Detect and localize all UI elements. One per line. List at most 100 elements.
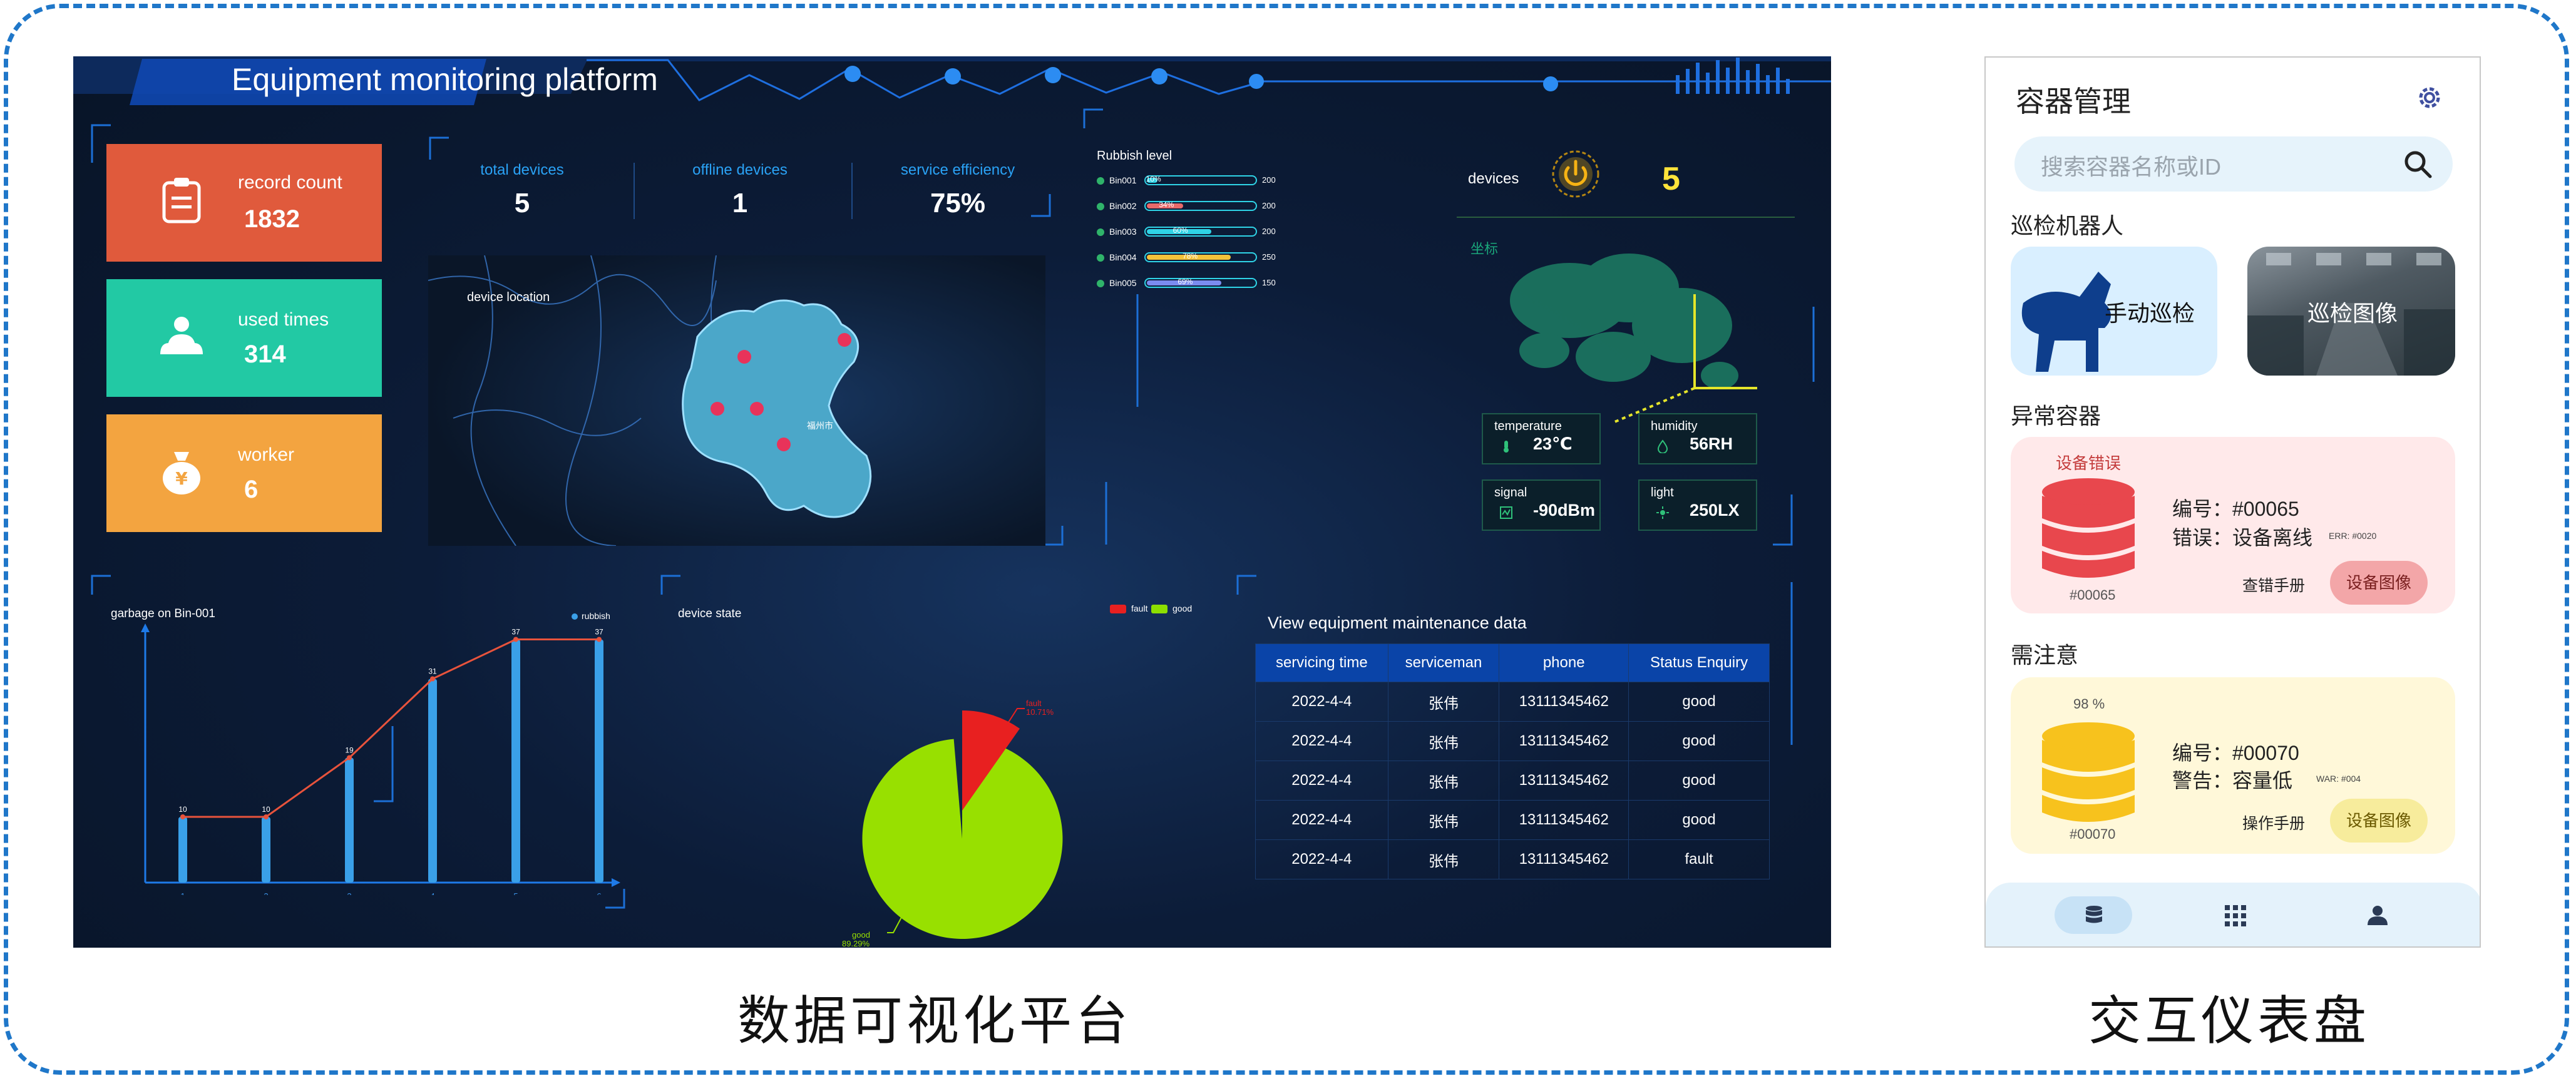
legend-fault-label: fault — [1131, 603, 1148, 613]
bar-value-label: 19 — [345, 746, 354, 755]
manual-patrol-card[interactable]: 手动巡检 — [2011, 247, 2217, 376]
bin-percent: 60% — [1173, 226, 1188, 235]
garbage-chart-panel: garbage on Bin-001 rubbish 1011021933143… — [111, 607, 649, 895]
trend-point — [347, 755, 352, 761]
x-tick-label: 2 — [264, 891, 268, 895]
app-title: 容器管理 — [2016, 85, 2131, 118]
warning-line: 警告：容量低 — [2172, 769, 2293, 792]
maintenance-table: servicing time serviceman phone Status E… — [1255, 643, 1770, 879]
chart-bar — [595, 639, 603, 883]
monitoring-dashboard: Equipment monitoring platform record cou… — [73, 56, 1831, 948]
sensor-value: 56RH — [1690, 434, 1733, 453]
power-icon[interactable] — [1551, 149, 1601, 199]
devices-label: devices — [1468, 170, 1519, 187]
warning-code: WAR: #004 — [2316, 774, 2361, 784]
nav-database-tab[interactable] — [2055, 896, 2132, 934]
table-cell: good — [1628, 721, 1770, 761]
rubbish-bin-row: Bin005 69% 150 — [1097, 275, 1285, 293]
kpi-value: 6 — [244, 476, 259, 503]
table-row[interactable]: 2022-4-4 张伟 13111345462 good — [1255, 761, 1770, 801]
column-header[interactable]: serviceman — [1387, 643, 1500, 682]
bin-capacity: 200 — [1262, 227, 1276, 236]
kpi-value: 314 — [244, 341, 286, 368]
table-cell: good — [1628, 800, 1770, 840]
sun-icon — [1656, 506, 1669, 519]
bar-value-label: 37 — [595, 628, 603, 637]
device-location-map[interactable]: device location 福州市 — [428, 255, 1045, 546]
table-row[interactable]: 2022-4-4 张伟 13111345462 good — [1255, 800, 1770, 840]
sensor-label: signal — [1494, 486, 1527, 500]
signal-icon — [1500, 506, 1512, 519]
patrol-image-card[interactable]: 巡检图像 — [2247, 247, 2455, 376]
legend-good-swatch — [1151, 605, 1167, 613]
column-header[interactable]: servicing time — [1255, 643, 1388, 682]
kpi-card-worker: ¥ worker 6 — [106, 414, 382, 532]
kpi-label: record count — [238, 172, 342, 193]
bin-percent: 78% — [1183, 252, 1198, 260]
section-title-abnormal: 异常容器 — [2011, 403, 2101, 429]
sensor-value: 250LX — [1690, 501, 1740, 520]
search-icon[interactable] — [2401, 148, 2434, 180]
operation-manual-link[interactable]: 操作手册 — [2242, 811, 2305, 834]
sensor-temperature: temperature 23℃ — [1482, 413, 1601, 464]
attention-container-card[interactable]: 98 % #00070 编号：#00070 警告：容量低 WAR: #004 操… — [2011, 677, 2455, 854]
rubbish-bin-row: Bin004 78% 250 — [1097, 250, 1285, 267]
manual-patrol-label: 手动巡检 — [2105, 300, 2195, 326]
stat-value-offline-devices: 1 — [732, 188, 748, 218]
table-header-row: servicing time serviceman phone Status E… — [1255, 643, 1770, 682]
divider — [1457, 217, 1795, 218]
money-bag-icon: ¥ — [163, 452, 200, 494]
error-code: ERR: #0020 — [2329, 531, 2377, 541]
bin-dot-icon — [1097, 254, 1104, 262]
container-id-line: 编号：#00065 — [2172, 498, 2299, 520]
bin-percent: 34% — [1159, 200, 1174, 209]
bin-name: Bin003 — [1109, 227, 1137, 237]
device-image-button[interactable]: 设备图像 — [2330, 561, 2428, 605]
error-line: 错误：设备离线 — [2172, 526, 2313, 549]
abnormal-container-card[interactable]: 设备错误 #00065 编号：#00065 错误：设备离线 ERR: #0020… — [2011, 437, 2455, 613]
table-cell: 张伟 — [1387, 721, 1500, 761]
device-state-pie — [862, 708, 1063, 939]
kpi-card-record-count: record count 1832 — [106, 144, 382, 262]
table-cell: 13111345462 — [1499, 721, 1629, 761]
bottom-nav — [1986, 883, 2480, 946]
bin-name: Bin002 — [1109, 201, 1137, 211]
bin-capacity: 250 — [1262, 252, 1276, 262]
trend-point — [264, 814, 269, 819]
search-bar[interactable]: 搜索容器名称或ID — [2014, 136, 2453, 192]
user-icon[interactable] — [2366, 904, 2389, 926]
divider — [851, 163, 853, 219]
kpi-card-used-times: used times 314 — [106, 279, 382, 397]
container-id: #00070 — [2070, 826, 2116, 842]
table-cell: 2022-4-4 — [1255, 761, 1388, 801]
stat-label-total-devices: total devices — [480, 161, 564, 178]
sensor-signal: signal -90dBm — [1482, 479, 1601, 531]
container-id-line: 编号：#00070 — [2172, 742, 2299, 764]
trend-point — [180, 814, 185, 819]
bin-name: Bin005 — [1109, 278, 1137, 288]
table-row[interactable]: 2022-4-4 张伟 13111345462 good — [1255, 721, 1770, 761]
bin-dot-icon — [1097, 203, 1104, 210]
pie-good-pct: 89.29% — [842, 939, 870, 948]
column-header[interactable]: phone — [1499, 643, 1629, 682]
rubbish-level-title: Rubbish level — [1097, 149, 1173, 163]
y-axis-arrow — [141, 623, 150, 632]
stat-label-offline-devices: offline devices — [692, 161, 788, 178]
column-header[interactable]: Status Enquiry — [1628, 643, 1770, 682]
table-row[interactable]: 2022-4-4 张伟 13111345462 good — [1255, 682, 1770, 722]
grid-icon[interactable] — [2225, 905, 2246, 926]
x-tick-label: 1 — [180, 891, 185, 895]
table-row[interactable]: 2022-4-4 张伟 13111345462 fault — [1255, 839, 1770, 879]
search-input[interactable]: 搜索容器名称或ID — [2041, 149, 2221, 182]
error-manual-link[interactable]: 查错手册 — [2242, 573, 2305, 596]
bin-capacity: 150 — [1262, 278, 1276, 287]
bin-capacity: 200 — [1262, 201, 1276, 210]
rubbish-bin-row: Bin003 60% 200 — [1097, 224, 1285, 242]
table-cell: 13111345462 — [1499, 800, 1629, 840]
table-cell: fault — [1628, 839, 1770, 879]
gear-icon[interactable] — [2414, 83, 2445, 113]
thermometer-icon — [1504, 441, 1509, 453]
device-state-title: device state — [678, 607, 742, 620]
table-cell: 2022-4-4 — [1255, 682, 1388, 722]
device-image-button[interactable]: 设备图像 — [2330, 799, 2428, 843]
